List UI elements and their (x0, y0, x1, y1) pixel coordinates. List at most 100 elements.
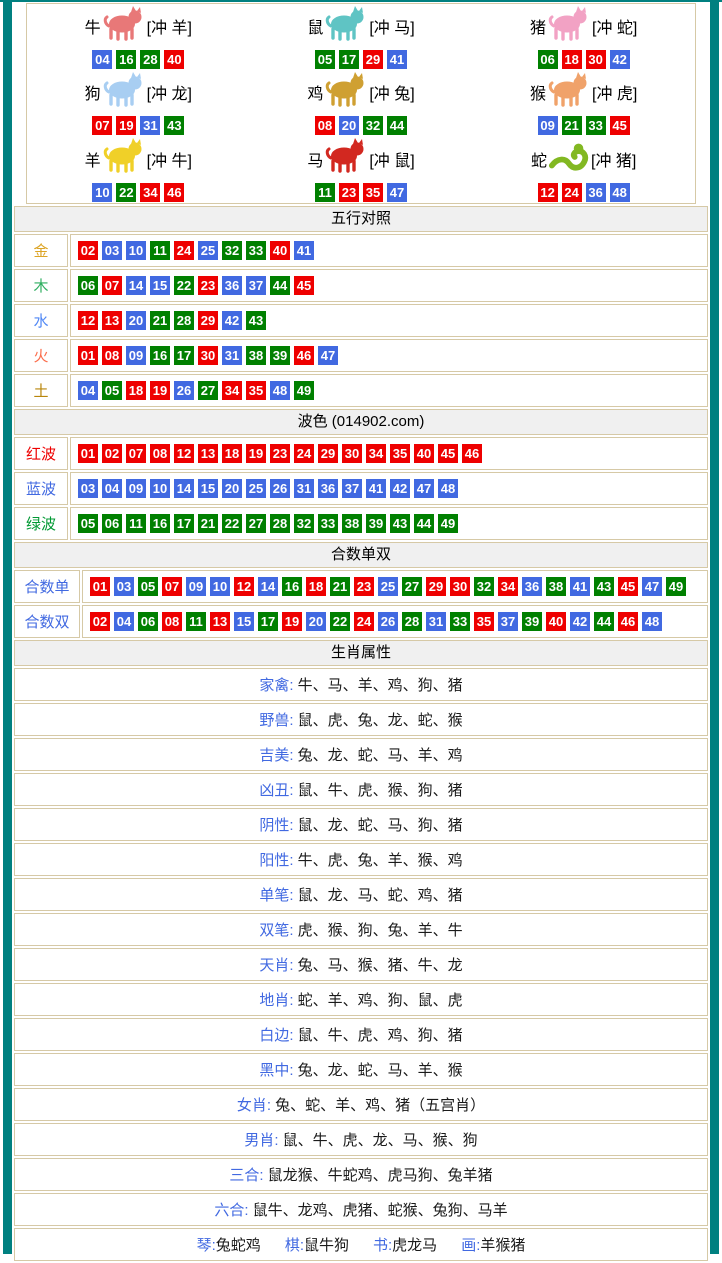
arts-value: 虎龙马 (392, 1237, 437, 1254)
attribute-label: 阳性: (259, 849, 297, 870)
attribute-value: 鼠、牛、虎、鸡、狗、猪 (298, 1024, 463, 1045)
number-ball: 30 (450, 577, 470, 596)
attribute-label: 单笔: (259, 884, 297, 905)
attributes-title: 生肖属性 (331, 644, 391, 661)
number-ball: 06 (138, 612, 158, 631)
number-ball: 16 (116, 50, 136, 69)
zodiac-cell: 马[冲 鼠]11233547 (250, 137, 473, 203)
number-ball: 33 (586, 116, 606, 135)
attribute-label: 白边: (259, 1024, 297, 1045)
number-ball: 10 (126, 241, 146, 260)
attribute-value: 兔、蛇、羊、鸡、猪（五宫肖） (275, 1094, 485, 1115)
wave-colors-header: 波色 (014902.com) (14, 409, 708, 435)
number-ball: 35 (390, 444, 410, 463)
number-row: 绿波05061116172122272832333839434449 (14, 507, 708, 540)
number-ball: 42 (390, 479, 410, 498)
five-elements-rows: 金02031011242532334041木060714152223363744… (14, 234, 708, 407)
number-ball: 03 (102, 241, 122, 260)
number-ball: 28 (140, 50, 160, 69)
attribute-value: 牛、马、羊、鸡、狗、猪 (298, 674, 463, 695)
zodiac-clash: [冲 蛇] (592, 14, 637, 38)
attribute-row: 三合: 鼠龙猴、牛蛇鸡、虎马狗、兔羊猪 (14, 1158, 708, 1191)
number-ball: 44 (594, 612, 614, 631)
attribute-value: 鼠、龙、马、蛇、鸡、猪 (298, 884, 463, 905)
number-ball: 12 (174, 444, 194, 463)
attribute-label: 凶丑: (259, 779, 297, 800)
number-ball: 02 (90, 612, 110, 631)
number-ball: 14 (126, 276, 146, 295)
number-ball: 29 (318, 444, 338, 463)
zodiac-numbers: 06183042 (536, 50, 632, 69)
row-label: 金 (14, 234, 68, 267)
attribute-value: 虎、猴、狗、兔、羊、牛 (298, 919, 463, 940)
row-label: 合数单 (14, 570, 80, 603)
attribute-label: 野兽: (259, 709, 297, 730)
number-ball: 01 (90, 577, 110, 596)
zodiac-clash: [冲 马] (369, 14, 414, 38)
number-ball: 08 (315, 116, 335, 135)
number-ball: 48 (438, 479, 458, 498)
attribute-label: 吉美: (259, 744, 297, 765)
arts-row: 琴:兔蛇鸡棋:鼠牛狗书:虎龙马画:羊猴猪 (14, 1228, 708, 1261)
number-ball: 48 (610, 183, 630, 202)
row-numbers: 04051819262734354849 (70, 374, 708, 407)
number-ball: 41 (570, 577, 590, 596)
row-numbers: 0204060811131517192022242628313335373940… (82, 605, 708, 638)
zodiac-cell: 蛇[冲 猪]12243648 (472, 137, 695, 203)
attribute-label: 三合: (229, 1164, 267, 1185)
number-ball: 18 (562, 50, 582, 69)
attribute-value: 牛、虎、兔、羊、猴、鸡 (298, 849, 463, 870)
number-ball: 49 (438, 514, 458, 533)
pig-icon (547, 5, 591, 43)
zodiac-cell: 羊[冲 牛]10223446 (27, 137, 250, 203)
zodiac-name: 鸡 (307, 80, 323, 104)
row-label: 土 (14, 374, 68, 407)
number-ball: 17 (174, 346, 194, 365)
frame-right-border (710, 0, 719, 1254)
dog-icon (102, 71, 146, 109)
row-label: 火 (14, 339, 68, 372)
number-ball: 26 (378, 612, 398, 631)
number-row: 合数双0204060811131517192022242628313335373… (14, 605, 708, 638)
number-ball: 12 (234, 577, 254, 596)
number-ball: 44 (387, 116, 407, 135)
number-ball: 21 (198, 514, 218, 533)
zodiac-numbers: 04162840 (90, 50, 186, 69)
attribute-value: 兔、龙、蛇、马、羊、鸡 (298, 744, 463, 765)
number-ball: 43 (594, 577, 614, 596)
arts-pair: 琴:兔蛇鸡 (197, 1234, 261, 1255)
number-ball: 19 (246, 444, 266, 463)
zodiac-numbers: 12243648 (536, 183, 632, 202)
number-ball: 21 (562, 116, 582, 135)
number-ball: 24 (174, 241, 194, 260)
number-ball: 18 (306, 577, 326, 596)
arts-label: 棋: (285, 1237, 304, 1254)
wave-colors-rows: 红波0102070812131819232429303435404546蓝波03… (14, 437, 708, 540)
number-ball: 11 (186, 612, 206, 631)
number-ball: 41 (366, 479, 386, 498)
number-ball: 23 (354, 577, 374, 596)
attribute-value: 鼠牛、龙鸡、虎猪、蛇猴、兔狗、马羊 (253, 1199, 508, 1220)
row-numbers: 03040910141520252631363741424748 (70, 472, 708, 505)
number-ball: 35 (363, 183, 383, 202)
zodiac-cell: 鸡[冲 兔]08203244 (250, 70, 473, 136)
number-ball: 08 (162, 612, 182, 631)
arts-value: 兔蛇鸡 (216, 1237, 261, 1254)
number-ball: 26 (270, 479, 290, 498)
number-ball: 47 (414, 479, 434, 498)
number-ball: 03 (78, 479, 98, 498)
number-ball: 23 (270, 444, 290, 463)
attribute-label: 双笔: (259, 919, 297, 940)
attribute-row: 单笔: 鼠、龙、马、蛇、鸡、猪 (14, 878, 708, 911)
number-ball: 40 (270, 241, 290, 260)
number-ball: 42 (570, 612, 590, 631)
number-ball: 31 (426, 612, 446, 631)
number-ball: 49 (294, 381, 314, 400)
number-ball: 28 (174, 311, 194, 330)
attribute-row: 家禽: 牛、马、羊、鸡、狗、猪 (14, 668, 708, 701)
number-ball: 38 (342, 514, 362, 533)
attribute-label: 天肖: (259, 954, 297, 975)
zodiac-clash: [冲 猪] (591, 147, 636, 171)
attribute-label: 男肖: (244, 1129, 282, 1150)
attribute-row: 女肖: 兔、蛇、羊、鸡、猪（五宫肖） (14, 1088, 708, 1121)
